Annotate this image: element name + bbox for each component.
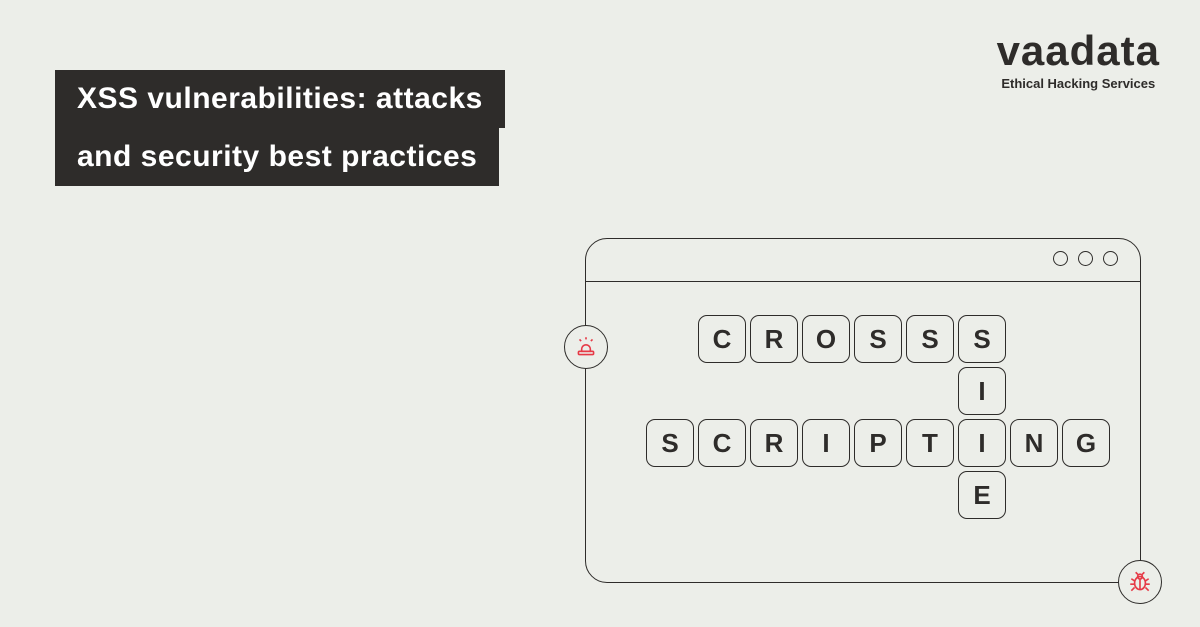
tile: I <box>802 419 850 467</box>
tile: S <box>854 315 902 363</box>
tile: N <box>1010 419 1058 467</box>
window-dot <box>1053 251 1068 266</box>
logo-text: vaadata <box>997 30 1160 72</box>
alert-icon <box>564 325 608 369</box>
brand-logo: vaadata Ethical Hacking Services <box>997 30 1160 91</box>
window-dot <box>1078 251 1093 266</box>
bug-icon <box>1118 560 1162 604</box>
tile: C <box>698 419 746 467</box>
window-dot <box>1103 251 1118 266</box>
logo-tagline: Ethical Hacking Services <box>997 76 1160 91</box>
title-line-1: XSS vulnerabilities: attacks <box>55 70 505 128</box>
tile: R <box>750 419 798 467</box>
title-line-2: and security best practices <box>55 128 499 186</box>
tile: C <box>698 315 746 363</box>
tile: S <box>958 315 1006 363</box>
tile: O <box>802 315 850 363</box>
tile: E <box>958 471 1006 519</box>
tile: P <box>854 419 902 467</box>
browser-window: C R O S S S I S C R I P T I N G E <box>585 238 1141 583</box>
browser-divider <box>586 281 1140 282</box>
tile: I <box>958 419 1006 467</box>
tile: I <box>958 367 1006 415</box>
tile: T <box>906 419 954 467</box>
window-controls <box>1053 251 1118 266</box>
tile: S <box>906 315 954 363</box>
tile: G <box>1062 419 1110 467</box>
tile: S <box>646 419 694 467</box>
word-cross: C R O S S S <box>696 313 1008 365</box>
tile: R <box>750 315 798 363</box>
word-scripting: S C R I P T I N G <box>644 417 1112 469</box>
